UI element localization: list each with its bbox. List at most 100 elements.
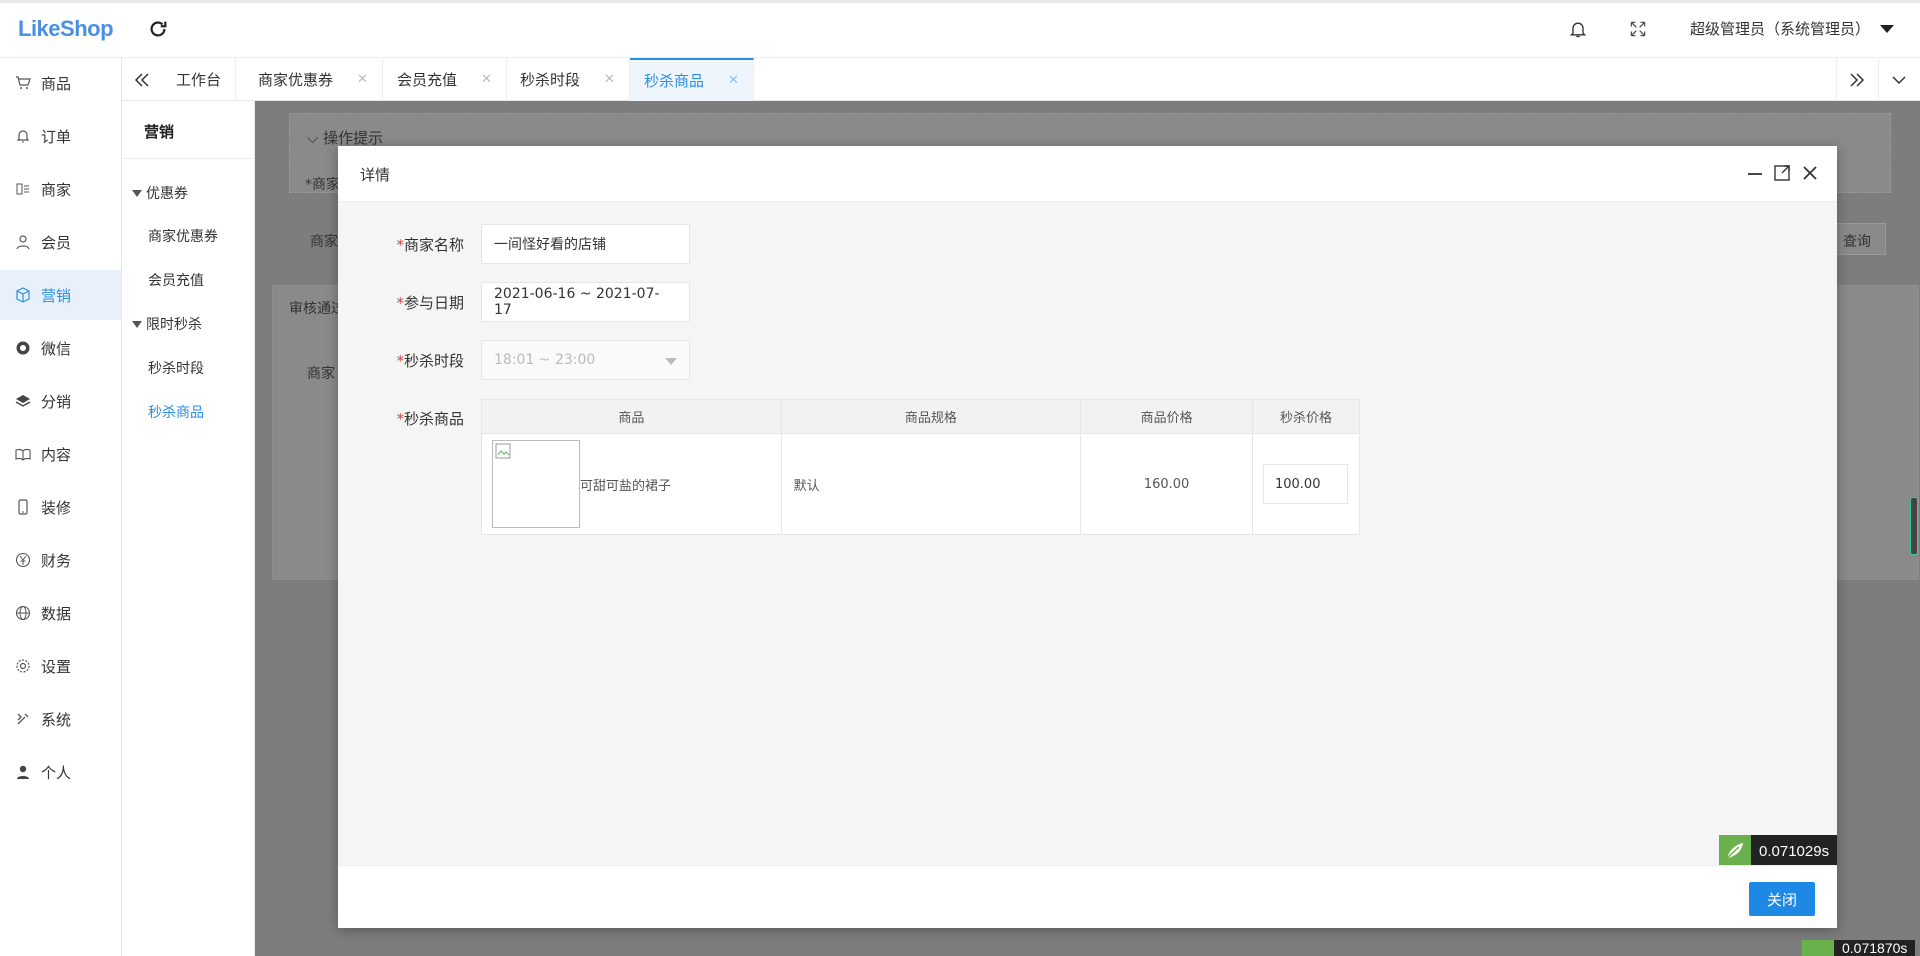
goods-name: 可甜可盐的裙子 (580, 478, 672, 494)
tab-member-recharge[interactable]: 会员充值 ✕ (383, 58, 507, 101)
timer-value: 0.071029s (1759, 842, 1830, 860)
tab-label: 商家优惠券 (258, 71, 334, 89)
maximize-icon[interactable] (1772, 163, 1792, 183)
sidebar-item-marketing[interactable]: 营销 (0, 270, 121, 320)
sidebar-item-label: 订单 (41, 127, 72, 146)
merchant-name-label: *商家名称 (396, 236, 464, 254)
column-header-spec: 商品规格 (780, 399, 1082, 434)
tips-text: *商家 (305, 177, 340, 193)
close-icon[interactable]: ✕ (481, 72, 492, 87)
layers-icon (15, 393, 31, 409)
sidebar-item-label: 系统 (41, 710, 72, 729)
goods-spec: 默认 (780, 433, 1082, 535)
bell-icon (15, 128, 31, 144)
leaf-logo-icon (1719, 835, 1751, 867)
tab-approved[interactable]: 审核通过 (289, 298, 345, 318)
sidebar-item-settings[interactable]: 设置 (0, 641, 121, 691)
cube-icon (15, 287, 31, 303)
column-header-seckill-price: 秒杀价格 (1251, 399, 1361, 434)
timer-badge: 0.071029s (1719, 835, 1838, 867)
sidebar-item-members[interactable]: 会员 (0, 217, 121, 267)
minimize-icon[interactable] (1745, 163, 1765, 183)
sidebar-item-label: 内容 (41, 445, 72, 464)
merchant-name-field[interactable]: 一间怪好看的店铺 (481, 224, 690, 264)
tab-seckill-goods[interactable]: 秒杀商品 ✕ (630, 58, 754, 101)
user-menu[interactable]: 超级管理员（系统管理员） (1690, 18, 1895, 39)
query-button-label: 查询 (1843, 234, 1871, 250)
globe-icon (15, 605, 31, 621)
tab-label: 工作台 (176, 71, 222, 89)
sidebar-item-label: 商品 (41, 74, 72, 93)
tips-title: ⌵ 操作提示 (307, 129, 384, 147)
timer-value: 0.071870s (1842, 940, 1908, 956)
cart-icon (15, 75, 31, 91)
caret-down-icon (132, 189, 142, 197)
tabs-scroll-left-icon[interactable] (122, 58, 162, 101)
tabs-scroll-right-icon[interactable] (1836, 58, 1876, 101)
refresh-icon[interactable] (147, 18, 169, 40)
fullscreen-icon[interactable] (1628, 19, 1648, 39)
sidebar-item-distribution[interactable]: 分销 (0, 376, 121, 426)
tab-merchant-coupons[interactable]: 商家优惠券 ✕ (244, 58, 383, 101)
seckill-goods-label: *秒杀商品 (396, 410, 464, 428)
subnav-group-label: 优惠券 (146, 186, 188, 202)
scrollbar[interactable] (1910, 497, 1918, 555)
date-range-field[interactable]: 2021-06-16 ~ 2021-07-17 (481, 282, 690, 322)
tab-seckill-periods[interactable]: 秒杀时段 ✕ (506, 58, 630, 101)
subnav-item-member-recharge[interactable]: 会员充值 (148, 270, 204, 290)
column-header-price: 商品价格 (1080, 399, 1253, 434)
table-header-row: 商品 商品规格 商品价格 秒杀价格 (481, 399, 1361, 434)
time-slot-select[interactable]: 18:01 ~ 23:00 (481, 340, 690, 380)
sidebar-item-finance[interactable]: 财务 (0, 535, 121, 585)
bell-icon[interactable] (1568, 19, 1588, 39)
person-icon (15, 764, 31, 780)
sidebar-item-label: 装修 (41, 498, 72, 517)
goods-thumbnail (492, 440, 580, 528)
top-header: LikeShop 超级管理员（系统管理员） (0, 0, 1920, 58)
subnav-item-seckill-periods[interactable]: 秒杀时段 (148, 358, 204, 378)
subnav-item-merchant-coupons[interactable]: 商家优惠券 (148, 226, 218, 246)
sidebar-item-merchants[interactable]: 商家 (0, 164, 121, 214)
sidebar-item-label: 商家 (41, 180, 72, 199)
sidebar-item-label: 分销 (41, 392, 72, 411)
column-header-goods: 商品 (481, 399, 782, 434)
tab-workbench[interactable]: 工作台 (162, 58, 237, 101)
subnav-group-coupons[interactable]: 优惠券 (132, 183, 188, 203)
modal-title: 详情 (360, 166, 391, 184)
filter-label: 商家 (310, 234, 338, 250)
seckill-price-input[interactable]: 100.00 (1262, 464, 1348, 504)
sidebar-item-system[interactable]: 系统 (0, 694, 121, 744)
close-icon[interactable]: ✕ (604, 72, 615, 87)
sidebar-item-wechat[interactable]: 微信 (0, 323, 121, 373)
sidebar-item-decoration[interactable]: 装修 (0, 482, 121, 532)
modal-header: 详情 (338, 146, 1837, 202)
main-sidebar: 商品 订单 商家 会员 营销 微信 分销 内容 装修 财务 数据 设置 系统 个… (0, 58, 122, 956)
caret-down-icon (132, 320, 142, 328)
sidebar-item-profile[interactable]: 个人 (0, 747, 121, 797)
sidebar-item-label: 个人 (41, 763, 72, 782)
sidebar-item-goods[interactable]: 商品 (0, 58, 121, 108)
tabs-menu-chevron-down-icon[interactable] (1878, 58, 1918, 101)
close-button[interactable]: 关闭 (1749, 882, 1815, 916)
tab-label: 秒杀时段 (520, 71, 581, 89)
app-logo[interactable]: LikeShop (18, 16, 114, 42)
close-icon[interactable]: ✕ (357, 72, 368, 87)
goods-cell: 可甜可盐的裙子 (481, 433, 782, 535)
close-icon[interactable]: ✕ (728, 73, 739, 88)
top-accent-line (0, 0, 1920, 3)
sidebar-item-content[interactable]: 内容 (0, 429, 121, 479)
chevron-down-icon (665, 358, 677, 365)
subnav-group-flash-sale[interactable]: 限时秒杀 (132, 314, 202, 334)
sidebar-item-orders[interactable]: 订单 (0, 111, 121, 161)
sidebar-item-label: 设置 (41, 657, 72, 676)
wechat-icon (15, 340, 31, 356)
sidebar-item-label: 会员 (41, 233, 72, 252)
sidebar-item-data[interactable]: 数据 (0, 588, 121, 638)
modal-footer: 关闭 (338, 865, 1837, 928)
subnav-group-label: 限时秒杀 (146, 317, 202, 333)
table-row: 可甜可盐的裙子 默认 160.00 100.00 (481, 433, 1361, 535)
close-icon[interactable] (1800, 163, 1820, 183)
date-range-label: *参与日期 (396, 294, 464, 312)
yen-icon (15, 552, 31, 568)
subnav-item-seckill-goods[interactable]: 秒杀商品 (148, 402, 204, 422)
